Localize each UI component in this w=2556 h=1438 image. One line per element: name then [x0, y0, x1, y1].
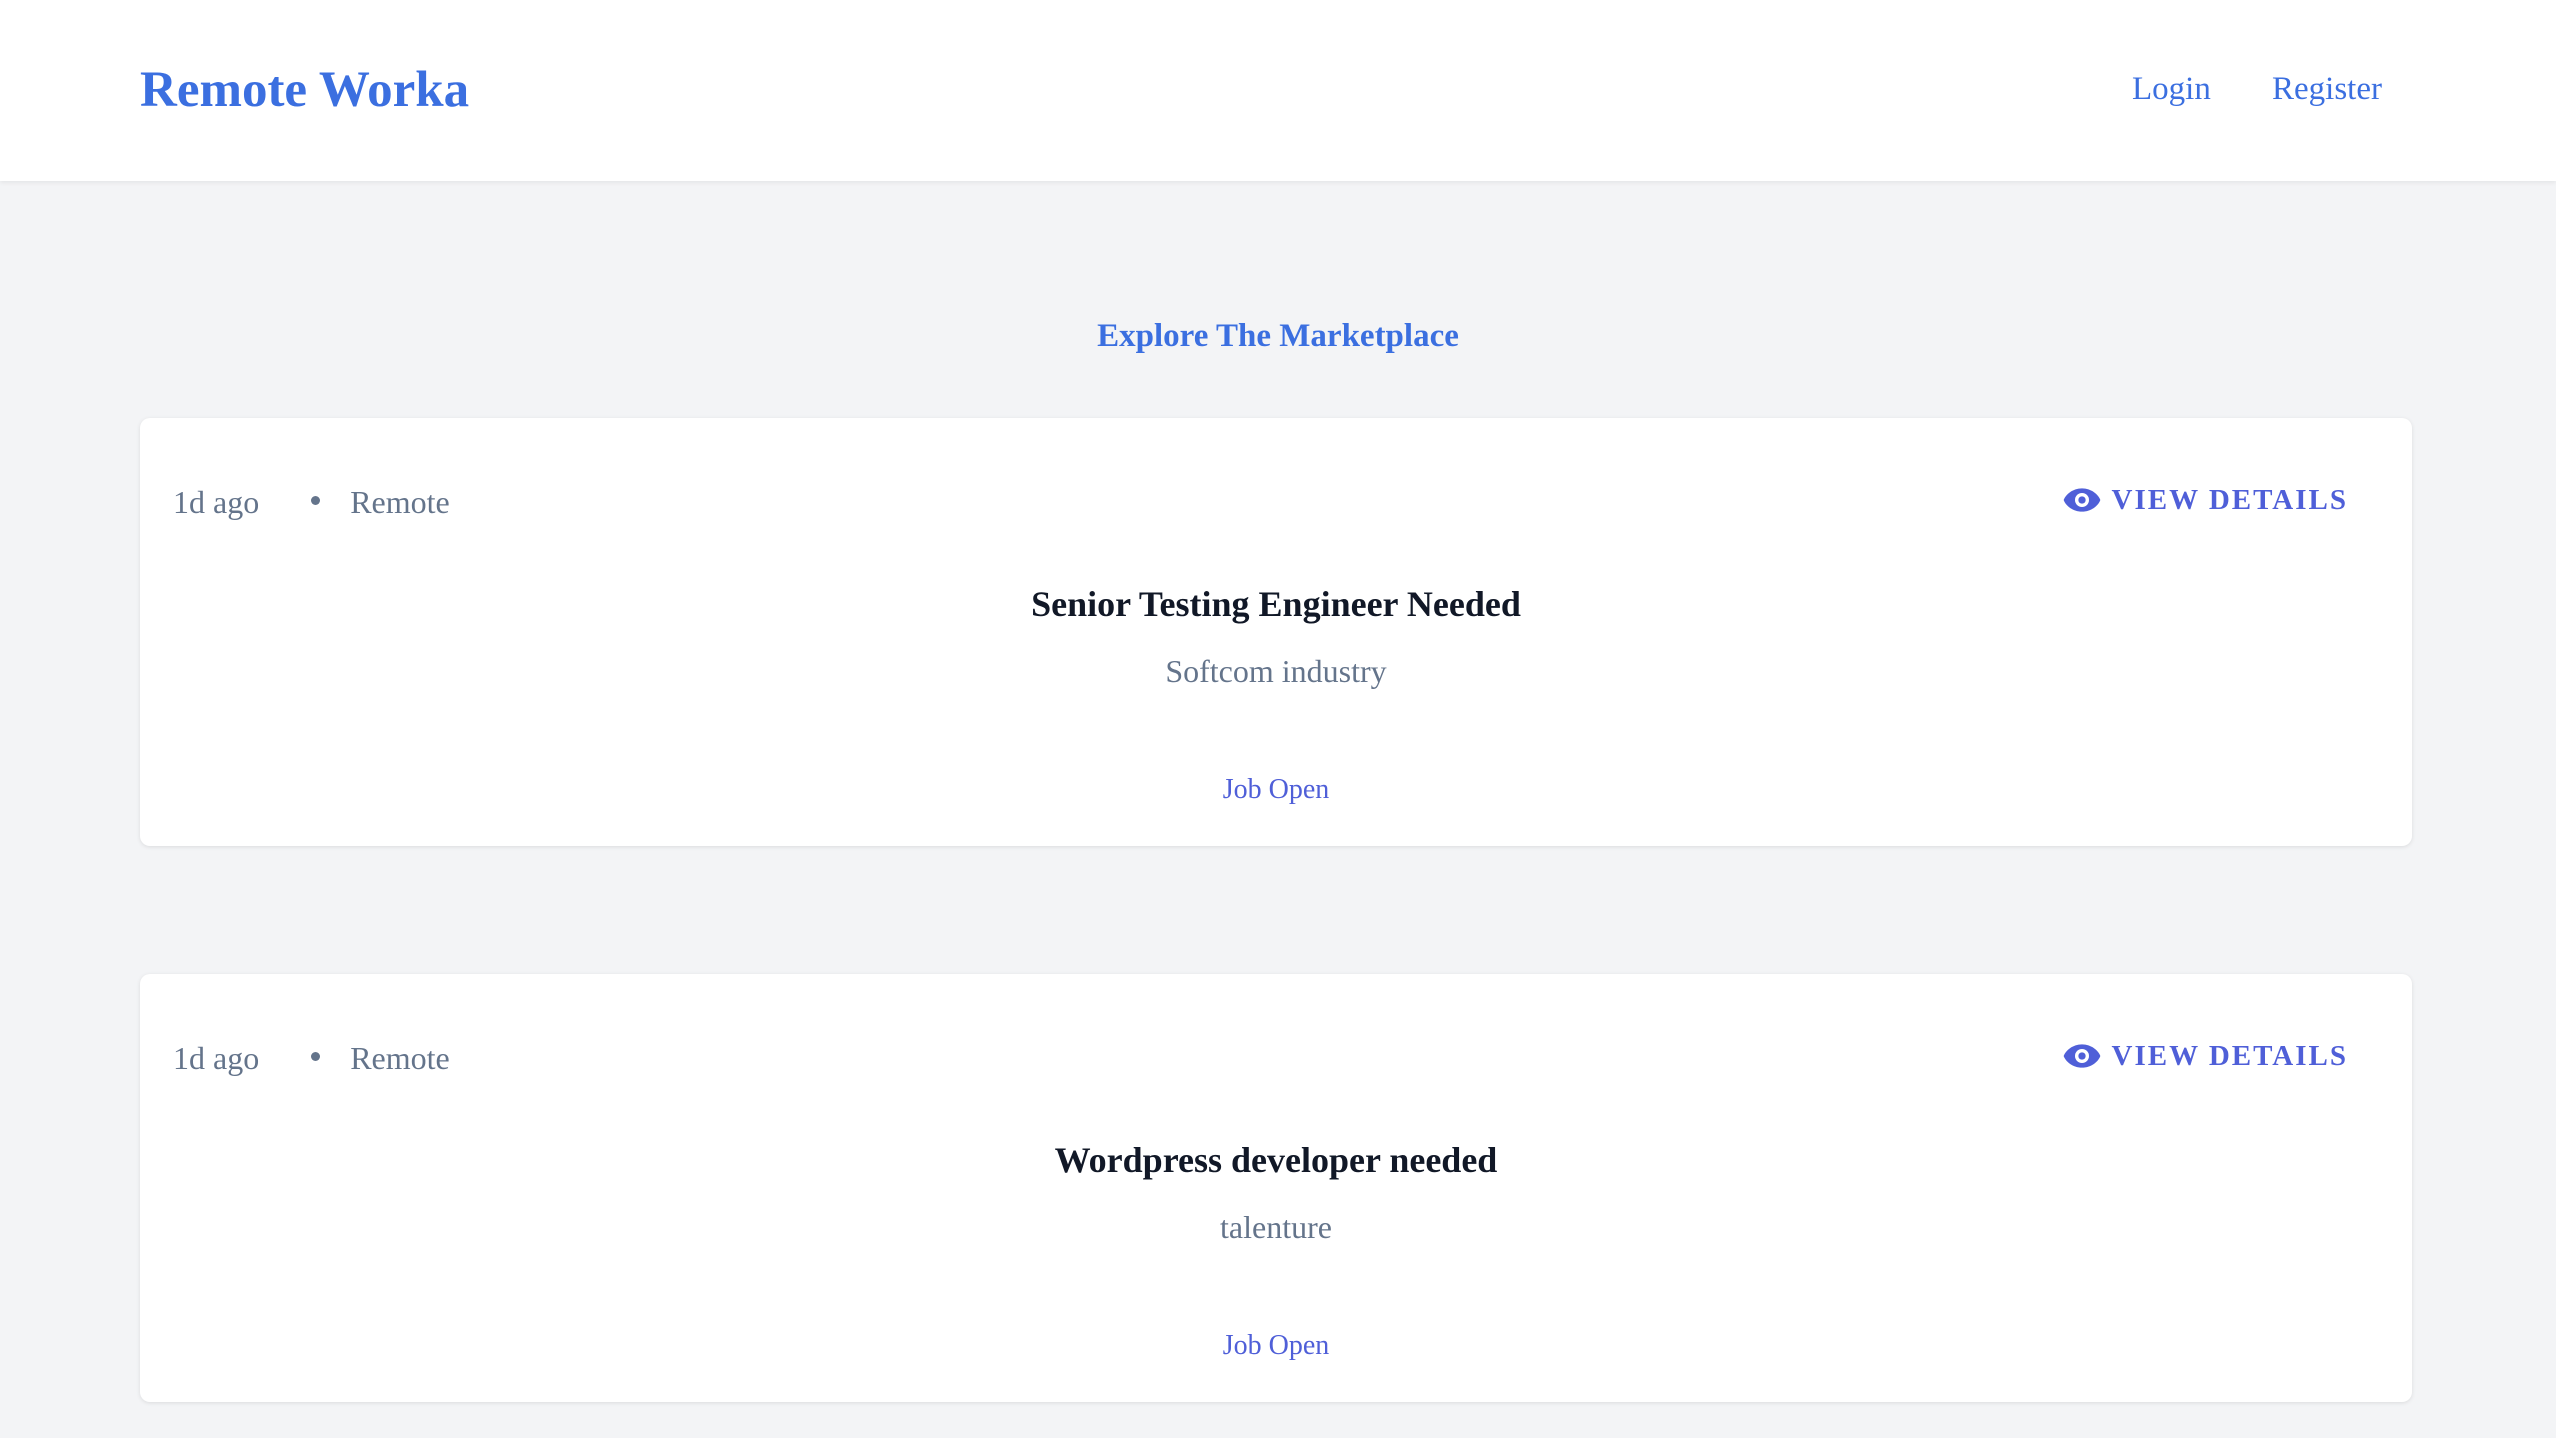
view-details-button[interactable]: VIEW DETAILS [2062, 480, 2348, 520]
page-title: Explore The Marketplace [1097, 318, 1459, 354]
separator-dot [311, 495, 321, 505]
separator-dot [311, 1051, 321, 1061]
job-title: Wordpress developer needed [1054, 1140, 1498, 1180]
view-details-label: VIEW DETAILS [2111, 484, 2348, 516]
eye-icon [2063, 1044, 2100, 1068]
job-meta: 1d ago Remote [173, 482, 450, 522]
job-card: 1d ago Remote VIEW DETAILS Senior Testin… [140, 418, 2412, 846]
posted-time: 1d ago [173, 1040, 260, 1076]
company-name: talenture [1220, 1209, 1332, 1245]
job-title: Senior Testing Engineer Needed [1031, 584, 1521, 624]
register-link[interactable]: Register [2272, 68, 2382, 110]
view-details-button[interactable]: VIEW DETAILS [2062, 1036, 2348, 1076]
eye-icon [2063, 488, 2100, 512]
login-link[interactable]: Login [2132, 68, 2211, 110]
job-location: Remote [350, 1040, 450, 1076]
view-details-label: VIEW DETAILS [2111, 1040, 2348, 1072]
top-navbar: Remote Worka Login Register [0, 0, 2556, 181]
company-name: Softcom industry [1165, 653, 1387, 689]
job-location: Remote [350, 484, 450, 520]
posted-time: 1d ago [173, 484, 260, 520]
job-card: 1d ago Remote VIEW DETAILS Wordpress dev… [140, 974, 2412, 1402]
job-meta: 1d ago Remote [173, 1038, 450, 1078]
job-status: Job Open [1222, 774, 1330, 805]
job-status: Job Open [1222, 1330, 1330, 1361]
brand-logo-link[interactable]: Remote Worka [140, 58, 469, 122]
